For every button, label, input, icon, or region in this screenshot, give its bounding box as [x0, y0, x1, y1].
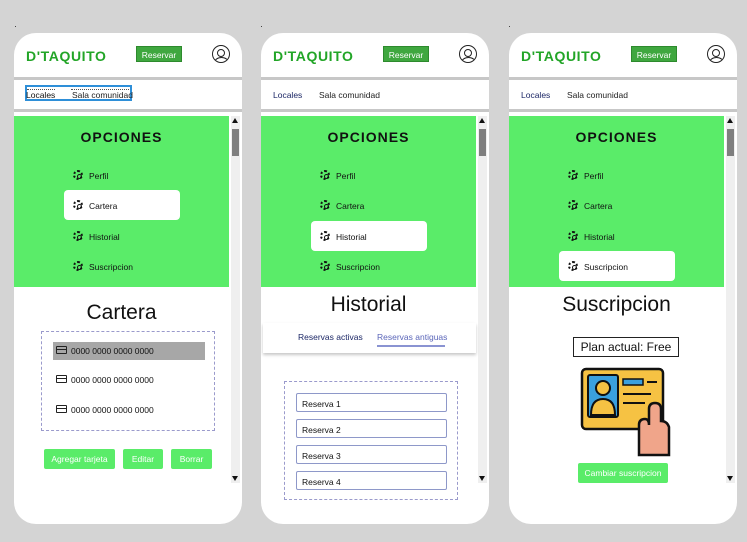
scrollbar-thumb[interactable] — [479, 129, 486, 156]
menu-item-perfil[interactable]: Perfil — [559, 160, 675, 190]
brand-logo[interactable]: D'TAQUITO — [273, 48, 354, 64]
gear-icon — [320, 261, 330, 271]
gear-icon — [568, 231, 578, 241]
active-tab-underline — [377, 345, 445, 347]
reserve-button[interactable]: Reservar — [383, 46, 429, 62]
top-nav: Locales Sala comunidad — [509, 80, 737, 109]
arrow-up-icon[interactable] — [232, 118, 238, 123]
current-plan-label: Plan actual: Free — [573, 337, 679, 357]
reservation-item[interactable]: Reserva 1 — [296, 393, 447, 412]
nav-sala-comunidad-link[interactable]: Sala comunidad — [72, 90, 133, 100]
menu-item-historial[interactable]: Historial — [559, 221, 675, 251]
user-circle-icon[interactable] — [707, 45, 725, 63]
menu-item-suscripcion[interactable]: Suscripcion — [311, 251, 427, 281]
options-menu: OPCIONES Perfil Cartera Historial Suscri… — [509, 116, 724, 287]
options-menu: OPCIONES Perfil Cartera Historial Suscri… — [261, 116, 476, 287]
gear-icon — [73, 261, 83, 271]
nav-sala-comunidad-link[interactable]: Sala comunidad — [319, 90, 380, 100]
reservation-item[interactable]: Reserva 3 — [296, 445, 447, 464]
gear-icon — [320, 170, 330, 180]
menu-item-cartera[interactable]: Cartera — [559, 190, 675, 220]
arrow-up-icon[interactable] — [479, 118, 485, 123]
reservations-panel: Reserva 1 Reserva 2 Reserva 3 Reserva 4 — [284, 381, 458, 500]
cards-panel: 0000 0000 0000 0000 0000 0000 0000 0000 … — [41, 331, 215, 431]
options-heading: OPCIONES — [80, 129, 163, 145]
scrollbar[interactable] — [478, 116, 487, 483]
scrollbar[interactable] — [231, 116, 240, 483]
divider — [509, 109, 737, 112]
gear-icon — [320, 200, 330, 210]
add-card-button[interactable]: Agregar tarjeta — [44, 449, 115, 469]
id-card-hand-icon — [580, 367, 671, 457]
brand-logo[interactable]: D'TAQUITO — [521, 48, 602, 64]
app-header: D'TAQUITO Reservar — [261, 33, 489, 77]
scrollbar-thumb[interactable] — [232, 129, 239, 156]
options-heading: OPCIONES — [575, 129, 658, 145]
menu-item-suscripcion[interactable]: Suscripcion — [64, 251, 180, 281]
card-item[interactable]: 0000 0000 0000 0000 — [53, 371, 205, 389]
arrow-down-icon[interactable] — [479, 476, 485, 481]
reservation-item[interactable]: Reserva 4 — [296, 471, 447, 490]
user-circle-icon[interactable] — [459, 45, 477, 63]
divider — [14, 109, 242, 112]
gear-icon — [320, 231, 330, 241]
reservations-tabs: Reservas activas Reservas antiguas — [263, 323, 476, 353]
brand-logo[interactable]: D'TAQUITO — [26, 48, 107, 64]
tab-reservas-activas[interactable]: Reservas activas — [298, 332, 363, 342]
tab-reservas-antiguas[interactable]: Reservas antiguas — [377, 332, 447, 342]
menu-item-perfil[interactable]: Perfil — [311, 160, 427, 190]
menu-item-cartera[interactable]: Cartera — [64, 190, 180, 220]
app-header: D'TAQUITO Reservar — [509, 33, 737, 77]
phone-screen-cartera: D'TAQUITO Reservar Locales Sala comunida… — [14, 33, 242, 524]
credit-card-icon — [56, 346, 67, 354]
card-item[interactable]: 0000 0000 0000 0000 — [53, 401, 205, 419]
menu-item-cartera[interactable]: Cartera — [311, 190, 427, 220]
top-nav: Locales Sala comunidad — [14, 80, 242, 109]
options-heading: OPCIONES — [327, 129, 410, 145]
scrollbar-thumb[interactable] — [727, 129, 734, 156]
phone-screen-historial: D'TAQUITO Reservar Locales Sala comunida… — [261, 33, 489, 524]
arrow-down-icon[interactable] — [727, 476, 733, 481]
app-header: D'TAQUITO Reservar — [14, 33, 242, 77]
scrollbar[interactable] — [726, 116, 735, 483]
credit-card-icon — [56, 375, 67, 383]
divider — [261, 109, 489, 112]
nav-locales-link[interactable]: Locales — [273, 90, 302, 100]
menu-item-historial[interactable]: Historial — [64, 221, 180, 251]
reserve-button[interactable]: Reservar — [631, 46, 677, 62]
gear-icon — [568, 200, 578, 210]
menu-item-historial[interactable]: Historial — [311, 221, 427, 251]
page-title: Cartera — [86, 301, 157, 324]
change-subscription-button[interactable]: Cambiar suscripcion — [578, 463, 668, 483]
delete-button[interactable]: Borrar — [171, 449, 212, 469]
gear-icon — [73, 200, 83, 210]
gear-icon — [73, 231, 83, 241]
arrow-down-icon[interactable] — [232, 476, 238, 481]
gear-icon — [73, 170, 83, 180]
edit-button[interactable]: Editar — [123, 449, 163, 469]
nav-sala-comunidad-link[interactable]: Sala comunidad — [567, 90, 628, 100]
menu-item-suscripcion[interactable]: Suscripcion — [559, 251, 675, 281]
menu-item-perfil[interactable]: Perfil — [64, 160, 180, 190]
page-title: Suscripcion — [562, 293, 671, 316]
options-menu: OPCIONES Perfil Cartera Historial Suscri… — [14, 116, 229, 287]
phone-screen-suscripcion: D'TAQUITO Reservar Locales Sala comunida… — [509, 33, 737, 524]
user-circle-icon[interactable] — [212, 45, 230, 63]
nav-locales-link[interactable]: Locales — [26, 90, 55, 100]
gear-icon — [568, 170, 578, 180]
card-item[interactable]: 0000 0000 0000 0000 — [53, 342, 205, 360]
page-title: Historial — [330, 293, 407, 316]
gear-icon — [568, 261, 578, 271]
credit-card-icon — [56, 405, 67, 413]
reserve-button[interactable]: Reservar — [136, 46, 182, 62]
reservation-item[interactable]: Reserva 2 — [296, 419, 447, 438]
nav-locales-link[interactable]: Locales — [521, 90, 550, 100]
top-nav: Locales Sala comunidad — [261, 80, 489, 109]
arrow-up-icon[interactable] — [727, 118, 733, 123]
